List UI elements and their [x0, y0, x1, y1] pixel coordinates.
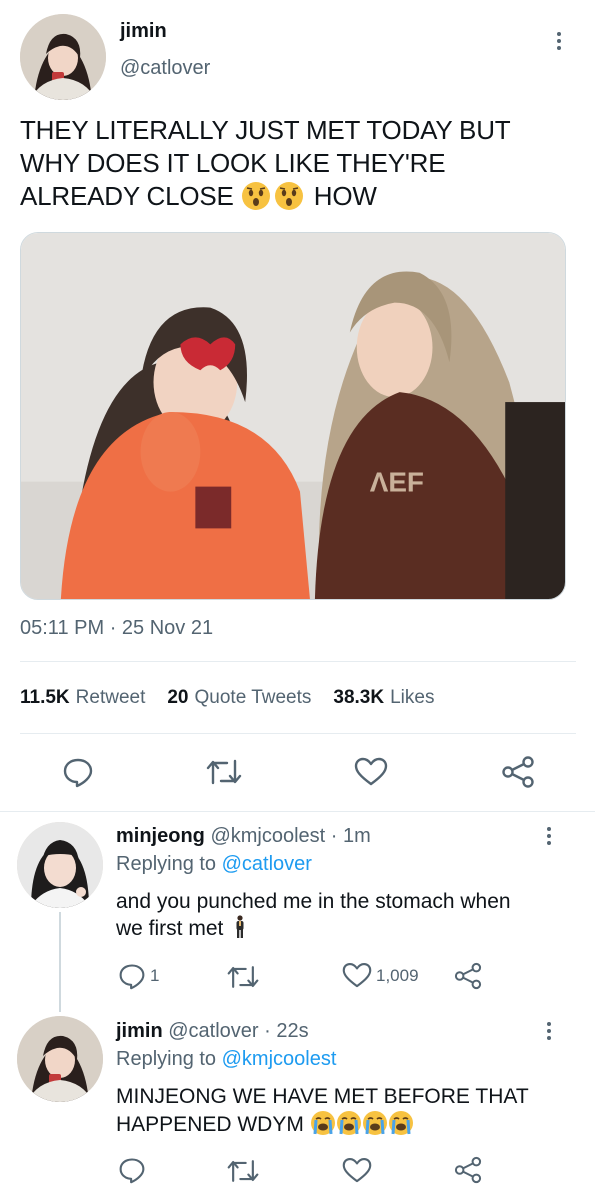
- tweet-timestamp[interactable]: 05:11 PM · 25 Nov 21: [20, 617, 213, 640]
- astonished-face-emoji: [274, 182, 303, 210]
- reply-avatar[interactable]: [17, 822, 103, 908]
- reply-text-line: we first met: [116, 915, 556, 942]
- tweet-photo[interactable]: ΛEF: [20, 232, 566, 600]
- reply-author-name[interactable]: jimin: [116, 1020, 163, 1042]
- reply-time[interactable]: 1m: [343, 825, 371, 847]
- share-icon[interactable]: [453, 1155, 483, 1185]
- reply-count: 1: [150, 966, 160, 985]
- replying-to: Replying to @catlover: [116, 853, 312, 876]
- tweet-text-line: WHY DOES IT LOOK LIKE THEY'RE: [20, 148, 446, 178]
- tweet-date: 25 Nov 21: [121, 617, 214, 639]
- tweet-stats: 11.5K Retweet 20 Quote Tweets 38.3K Likes: [20, 687, 434, 709]
- reply-text-segment: we first met: [116, 917, 224, 940]
- loudly-crying-face-emoji: [362, 1111, 387, 1135]
- more-vertical-icon[interactable]: [545, 1022, 553, 1040]
- share-icon[interactable]: [453, 961, 483, 991]
- like-action[interactable]: 1,009: [342, 962, 419, 989]
- reply-avatar[interactable]: [17, 1016, 103, 1102]
- reply-author-handle[interactable]: @kmjcoolest: [210, 825, 325, 847]
- tweet-text-line: THEY LITERALLY JUST MET TODAY BUT: [20, 115, 511, 145]
- author-avatar[interactable]: [20, 14, 106, 100]
- like-count: 1,009: [376, 965, 419, 985]
- more-vertical-icon[interactable]: [555, 32, 563, 50]
- author-handle[interactable]: @catlover: [120, 57, 210, 80]
- svg-text:ΛEF: ΛEF: [370, 467, 424, 498]
- retweet-icon[interactable]: [226, 1157, 260, 1185]
- quotes-count: 20: [167, 687, 189, 708]
- heart-icon: [342, 962, 372, 989]
- divider: [20, 661, 576, 662]
- tweet-time: 05:11 PM: [20, 617, 105, 639]
- retweets-count: 11.5K: [20, 687, 70, 708]
- reply-separator: ·: [264, 1020, 271, 1042]
- reply-author-handle[interactable]: @catlover: [168, 1020, 258, 1042]
- reply-text-line: MINJEONG WE HAVE MET BEFORE THAT: [116, 1085, 529, 1108]
- reply-text-line: HAPPENED WDYM: [116, 1110, 576, 1143]
- likes-stat[interactable]: 38.3K Likes: [333, 687, 434, 709]
- retweet-icon[interactable]: [226, 963, 260, 991]
- divider: [20, 733, 576, 734]
- likes-label: Likes: [390, 687, 435, 708]
- loudly-crying-face-emoji: [336, 1111, 361, 1135]
- astonished-face-emoji: [241, 182, 270, 210]
- emoji-group: [310, 1110, 414, 1143]
- person-standing-emoji: [236, 915, 244, 938]
- replying-to: Replying to @kmjcoolest: [116, 1048, 336, 1071]
- reply-text-segment: HAPPENED WDYM: [116, 1113, 304, 1136]
- reply-action[interactable]: 1: [118, 962, 159, 990]
- loudly-crying-face-emoji: [388, 1111, 413, 1135]
- heart-icon[interactable]: [342, 1157, 372, 1184]
- tweet-text-line: ALREADY CLOSE HOW: [20, 180, 580, 213]
- more-vertical-icon[interactable]: [545, 827, 553, 845]
- reply-author-name[interactable]: minjeong: [116, 825, 205, 847]
- reply-header: jimin @catlover · 22s: [116, 1020, 309, 1043]
- reply-time[interactable]: 22s: [276, 1020, 308, 1042]
- reply-bubble-icon[interactable]: [62, 756, 94, 788]
- reply-bubble-icon[interactable]: [118, 1156, 146, 1184]
- share-icon[interactable]: [500, 754, 536, 790]
- reply-text: and you punched me in the stomach when w…: [116, 888, 556, 942]
- divider: [0, 811, 595, 812]
- reply-text: MINJEONG WE HAVE MET BEFORE THAT HAPPENE…: [116, 1083, 576, 1143]
- replying-to-link[interactable]: @catlover: [222, 853, 312, 875]
- quotes-label: Quote Tweets: [194, 687, 312, 708]
- thread-line: [59, 912, 61, 1012]
- tweet-text: THEY LITERALLY JUST MET TODAY BUT WHY DO…: [20, 114, 580, 213]
- reply-text-line: and you punched me in the stomach when: [116, 890, 511, 913]
- replying-prefix: Replying to: [116, 1048, 217, 1070]
- tweet-text-segment: ALREADY CLOSE: [20, 181, 234, 211]
- heart-icon[interactable]: [354, 757, 388, 787]
- reply-header: minjeong @kmjcoolest · 1m: [116, 825, 371, 848]
- quotes-stat[interactable]: 20 Quote Tweets: [167, 687, 311, 709]
- retweet-icon[interactable]: [205, 757, 243, 787]
- loudly-crying-face-emoji: [310, 1111, 335, 1135]
- replying-prefix: Replying to: [116, 853, 217, 875]
- tweet-text-segment: HOW: [313, 181, 377, 211]
- retweets-stat[interactable]: 11.5K Retweet: [20, 687, 145, 709]
- reply-separator: ·: [330, 825, 338, 847]
- reply-bubble-icon: [118, 962, 146, 990]
- author-name[interactable]: jimin: [120, 20, 167, 43]
- replying-to-link[interactable]: @kmjcoolest: [222, 1048, 337, 1070]
- retweets-label: Retweet: [75, 687, 146, 708]
- date-separator: ·: [109, 617, 117, 639]
- likes-count: 38.3K: [333, 687, 385, 708]
